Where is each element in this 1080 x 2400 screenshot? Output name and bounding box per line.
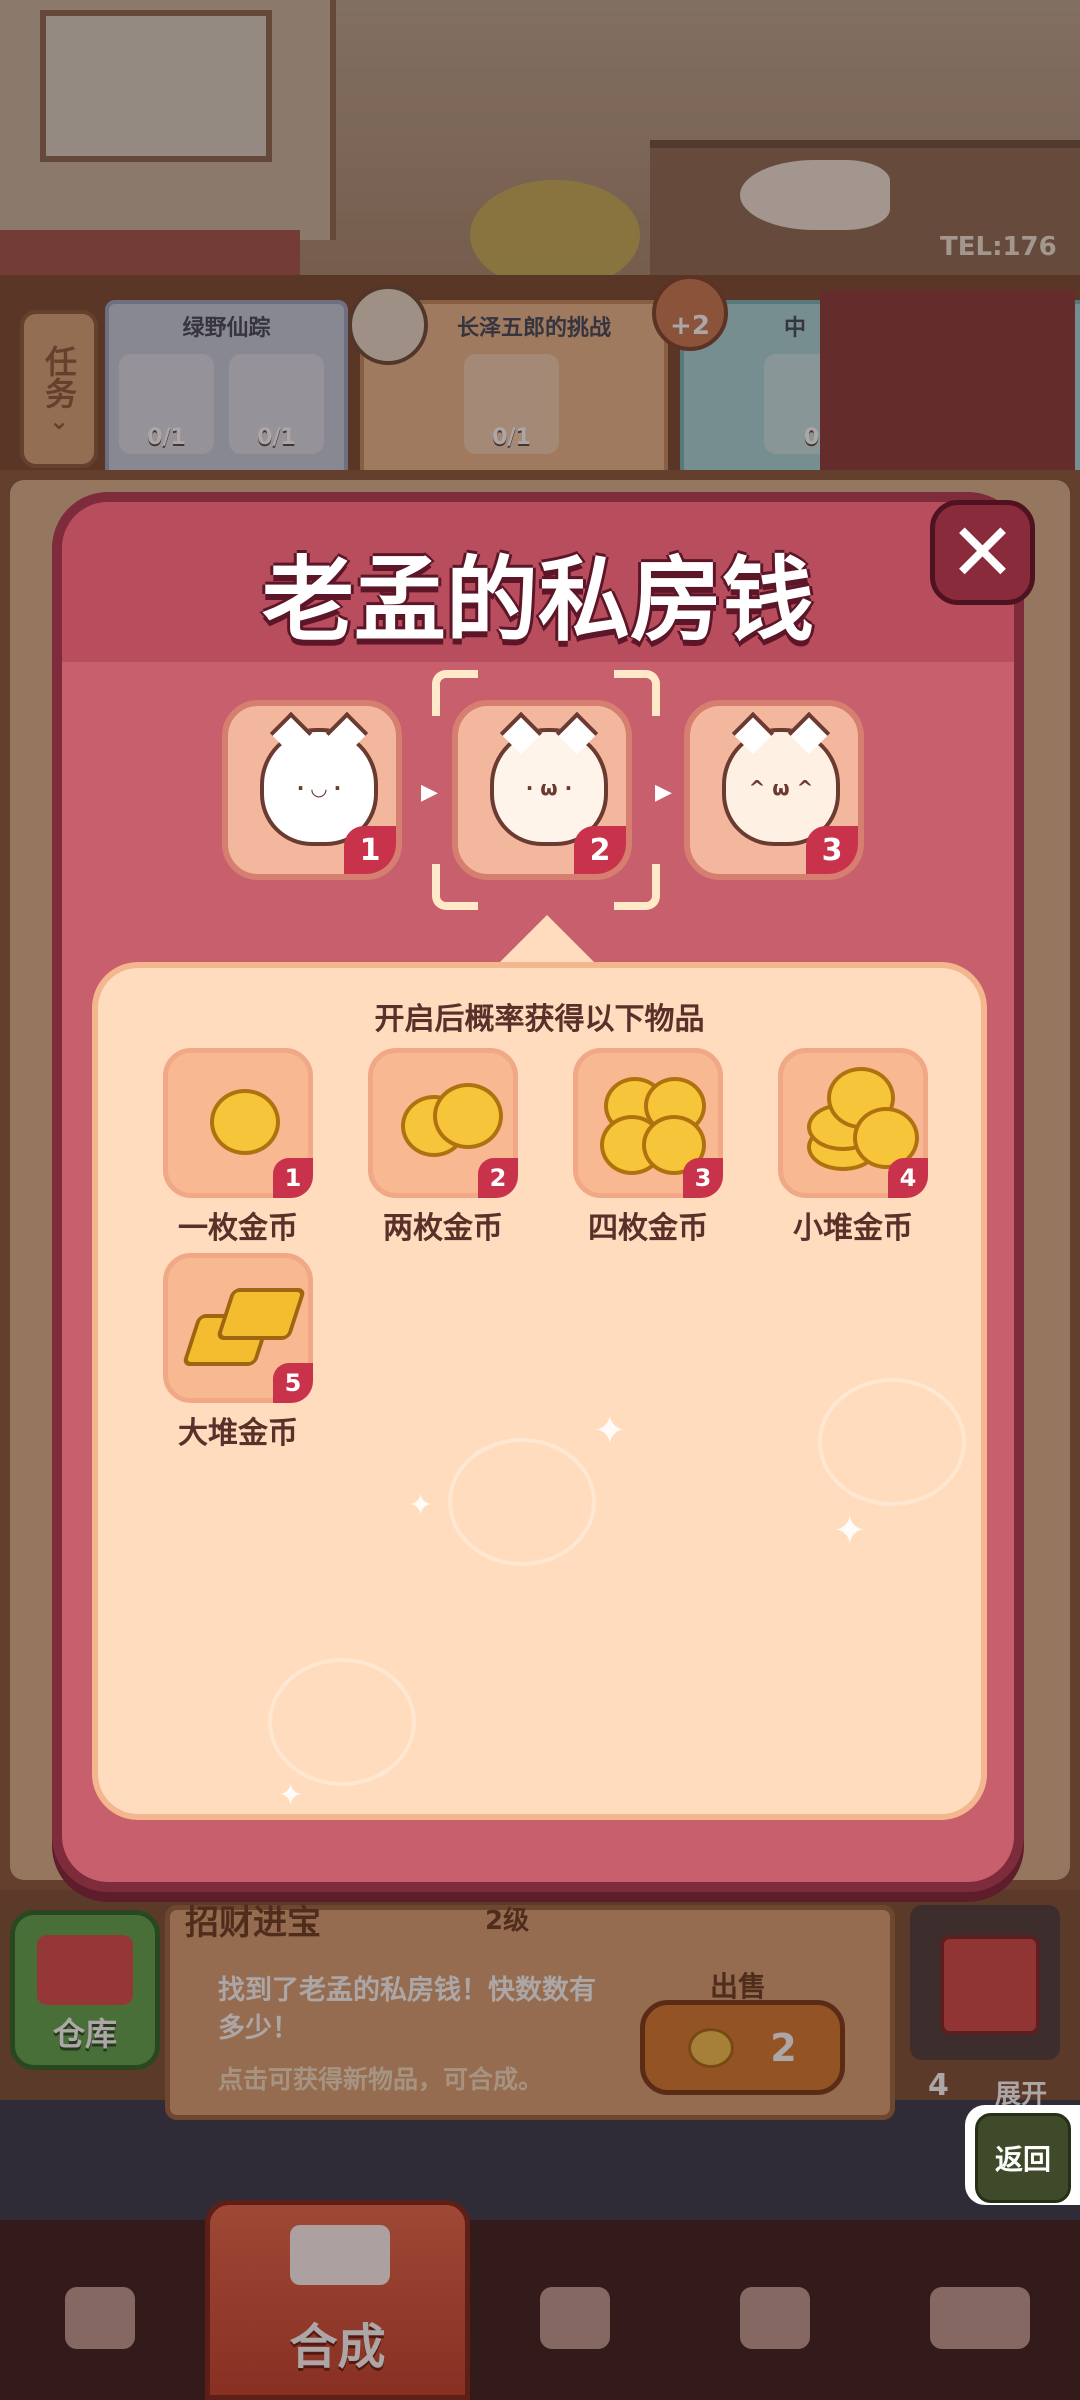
back-label: 返回 [975,2113,1071,2203]
sparkle-icon: ✦ [593,1408,627,1454]
item-name: 小堆金币 [793,1211,913,1246]
paw-decoration-icon [818,1378,966,1506]
drops-heading: 开启后概率获得以下物品 [374,1002,705,1037]
cat-face: · ω · [525,776,573,800]
cat-face: · ◡ · [296,776,342,800]
item-level-badge: 2 [478,1158,518,1198]
stage-1[interactable]: · ◡ · 1 [222,700,402,880]
item-name: 两枚金币 [383,1211,503,1246]
drop-item-1[interactable]: 1 一枚金币 [158,1048,318,1246]
modal-title: 老孟的私房钱 [261,547,814,654]
cat-face: ^ ω ^ [748,776,814,800]
selection-bracket [614,670,660,716]
item-level-badge: 1 [273,1158,313,1198]
gold-coin-icon [433,1083,503,1149]
selection-bracket [614,864,660,910]
item-name: 四枚金币 [588,1211,708,1246]
item-level-badge: 3 [683,1158,723,1198]
sparkle-icon: ✦ [278,1778,304,1813]
arrow-right-icon: ▶ [655,780,672,805]
stage-2[interactable]: · ω · 2 [452,700,632,880]
arrow-right-icon: ▶ [421,780,438,805]
stage-pointer [497,915,597,965]
sparkle-icon: ✦ [833,1508,867,1554]
paw-decoration-icon [448,1438,596,1566]
drop-item-3[interactable]: 3 四枚金币 [568,1048,728,1246]
close-button[interactable]: ✕ [930,500,1035,605]
back-button[interactable]: 返回 [965,2105,1080,2205]
gold-bar-icon [215,1288,307,1340]
drop-item-2[interactable]: 2 两枚金币 [363,1048,523,1246]
item-name: 一枚金币 [178,1211,298,1246]
item-level-badge: 4 [888,1158,928,1198]
paw-decoration-icon [268,1658,416,1786]
drop-item-5[interactable]: 5 大堆金币 [158,1253,318,1451]
item-name: 大堆金币 [178,1416,298,1451]
stage-level-badge: 1 [344,826,396,874]
stage-3[interactable]: ^ ω ^ 3 [684,700,864,880]
selection-bracket [432,670,478,716]
item-level-badge: 5 [273,1363,313,1403]
stage-level-badge: 3 [806,826,858,874]
sparkle-icon: ✦ [408,1488,434,1523]
gold-coin-icon [210,1089,280,1155]
drops-panel: 开启后概率获得以下物品 ✦ ✦ ✦ ✦ 1 一枚金币 2 两枚金币 3 四枚金币 [92,962,987,1820]
selection-bracket [432,864,478,910]
drop-item-4[interactable]: 4 小堆金币 [773,1048,933,1246]
close-icon: ✕ [948,505,1017,599]
